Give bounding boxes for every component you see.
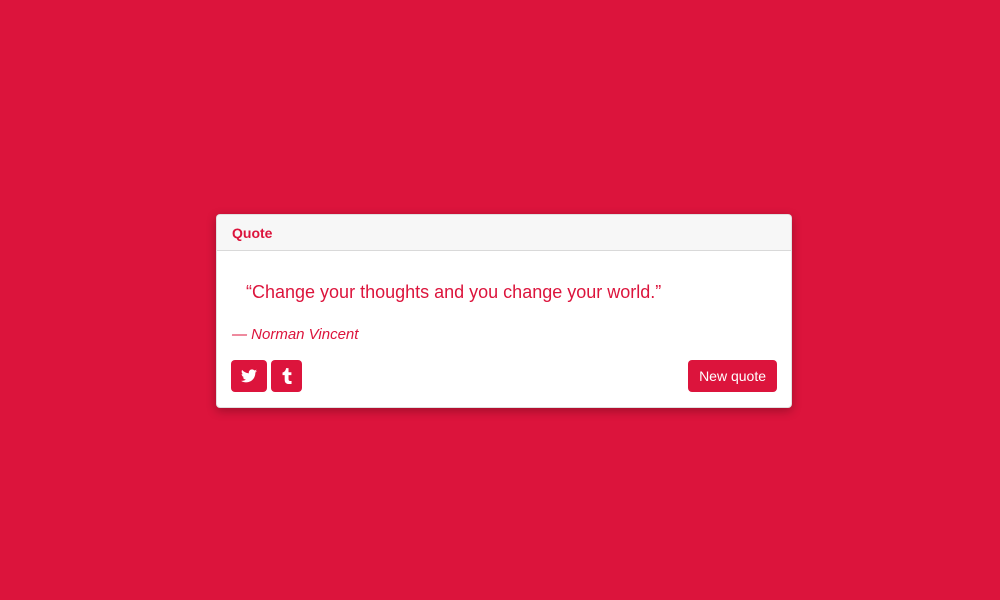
card-body: “Change your thoughts and you change you… xyxy=(217,251,791,406)
tumblr-icon xyxy=(282,368,292,384)
card-header: Quote xyxy=(217,215,791,251)
twitter-icon xyxy=(241,369,257,383)
quote-card: Quote “Change your thoughts and you chan… xyxy=(216,214,792,408)
quote-author: — Norman Vincent xyxy=(232,326,359,343)
card-title: Quote xyxy=(232,224,273,241)
new-quote-button[interactable]: New quote xyxy=(688,360,777,392)
quote-text: “Change your thoughts and you change you… xyxy=(246,282,662,302)
tumblr-button[interactable] xyxy=(271,360,302,392)
tweet-button[interactable] xyxy=(231,360,267,392)
